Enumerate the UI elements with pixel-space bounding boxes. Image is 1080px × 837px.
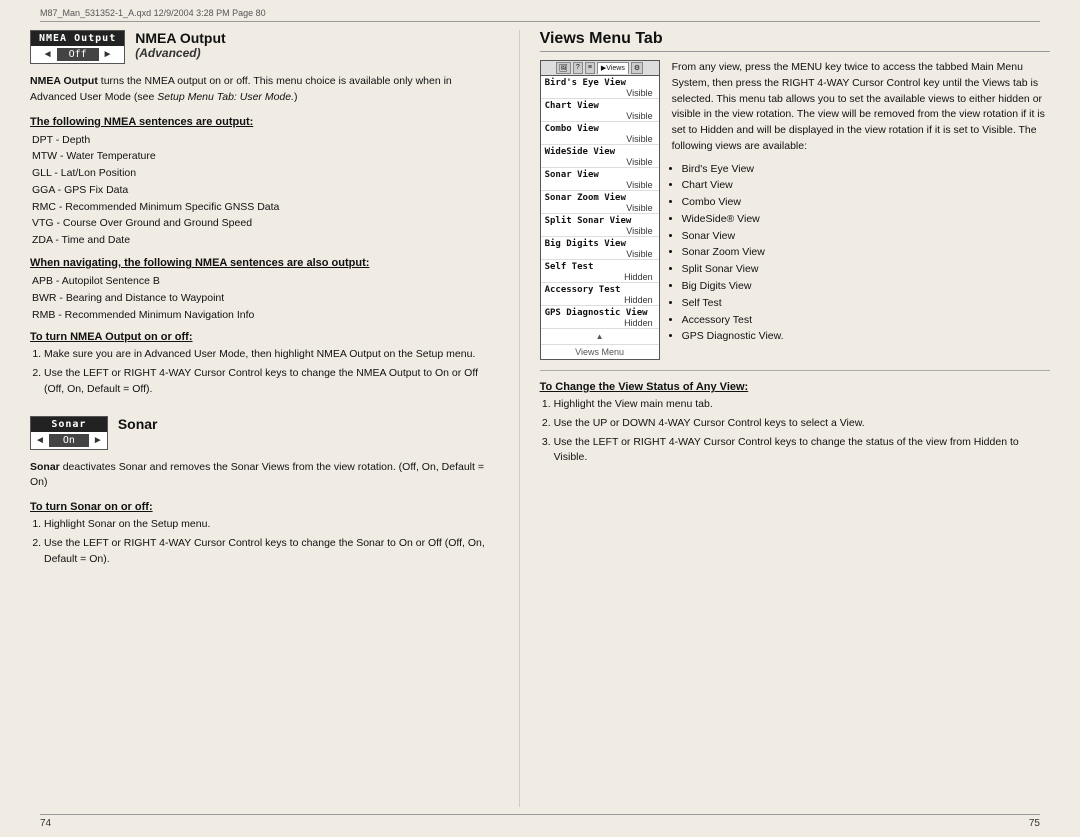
menu-item-split-sonar: Split Sonar View Visible <box>541 214 659 237</box>
sentence-rmc: RMC - Recommended Minimum Specific GNSS … <box>30 199 499 216</box>
page-header: M87_Man_531352-1_A.qxd 12/9/2004 3:28 PM… <box>40 8 1040 22</box>
menu-item-sonar: Sonar View Visible <box>541 168 659 191</box>
sonar-desc-bold: Sonar <box>30 461 60 473</box>
nmea-arrow-right[interactable]: ► <box>103 49 113 60</box>
nmea-arrow-left[interactable]: ◄ <box>43 49 53 60</box>
sentence-vtg: VTG - Course Over Ground and Ground Spee… <box>30 215 499 232</box>
tab-icon-views[interactable]: ▶Views <box>597 62 629 74</box>
view-sonar-zoom: Sonar Zoom View <box>682 244 1050 261</box>
views-menu-scroll: ▲ <box>541 329 659 344</box>
nmea-desc-bold: NMEA Output <box>30 75 98 87</box>
change-steps: Highlight the View main menu tab. Use th… <box>540 397 1050 466</box>
view-accessory: Accessory Test <box>682 312 1050 329</box>
nmea-box-title: NMEA Output <box>31 31 124 46</box>
view-sonar: Sonar View <box>682 228 1050 245</box>
nmea-steps: Make sure you are in Advanced User Mode,… <box>30 347 499 397</box>
sonar-description: Sonar deactivates Sonar and removes the … <box>30 460 499 492</box>
right-page-number: 75 <box>1029 818 1040 829</box>
nmea-subtitle: (Advanced) <box>135 46 200 60</box>
sonar-turn-heading: To turn Sonar on or off: <box>30 501 499 513</box>
nav-bwr: BWR - Bearing and Distance to Waypoint <box>30 290 499 307</box>
tab-icon-3[interactable]: ≡ <box>585 62 595 74</box>
nmea-description: NMEA Output turns the NMEA output on or … <box>30 74 499 106</box>
menu-item-birds-eye: Bird's Eye View Visible <box>541 76 659 99</box>
tab-icon-gear[interactable]: ⚙ <box>631 62 643 74</box>
change-step-3: Use the LEFT or RIGHT 4-WAY Cursor Contr… <box>554 435 1050 467</box>
change-step-2: Use the UP or DOWN 4-WAY Cursor Control … <box>554 416 1050 432</box>
available-views-list: Bird's Eye View Chart View Combo View Wi… <box>672 161 1050 346</box>
nmea-current-value: Off <box>57 48 99 61</box>
nmea-title-block: NMEA Output (Advanced) <box>135 30 225 60</box>
views-title: Views Menu Tab <box>540 30 1050 52</box>
views-menu-panel: 🖼 ? ≡ ▶Views ⚙ Bird's Eye View Visible C… <box>540 60 660 360</box>
views-divider <box>540 370 1050 371</box>
menu-item-chart: Chart View Visible <box>541 99 659 122</box>
views-section: 🖼 ? ≡ ▶Views ⚙ Bird's Eye View Visible C… <box>540 60 1050 360</box>
views-description: From any view, press the MENU key twice … <box>672 60 1050 155</box>
navigating-list: APB - Autopilot Sentence B BWR - Bearing… <box>30 273 499 323</box>
tab-icon-2[interactable]: ? <box>573 62 583 74</box>
change-step-1: Highlight the View main menu tab. <box>554 397 1050 413</box>
nmea-step-1: Make sure you are in Advanced User Mode,… <box>44 347 499 363</box>
sonar-steps: Highlight Sonar on the Setup menu. Use t… <box>30 517 499 567</box>
sentence-dpt: DPT - Depth <box>30 132 499 149</box>
menu-item-big-digits: Big Digits View Visible <box>541 237 659 260</box>
sonar-arrow-left[interactable]: ◄ <box>35 435 45 446</box>
view-gps-diag: GPS Diagnostic View. <box>682 328 1050 345</box>
sonar-desc-text: deactivates Sonar and removes the Sonar … <box>30 461 484 489</box>
sonar-current-value: On <box>49 434 89 447</box>
nmea-turn-heading: To turn NMEA Output on or off: <box>30 331 499 343</box>
view-chart: Chart View <box>682 177 1050 194</box>
views-menu-label: Views Menu <box>541 344 659 359</box>
left-page-number: 74 <box>40 818 51 829</box>
sentence-mtw: MTW - Water Temperature <box>30 148 499 165</box>
nmea-main-title: NMEA Output <box>135 30 225 46</box>
page-footer: 74 75 <box>40 814 1040 829</box>
menu-item-combo: Combo View Visible <box>541 122 659 145</box>
tab-icon-1[interactable]: 🖼 <box>556 62 571 74</box>
nmea-box-value-row: ◄ Off ► <box>31 46 124 63</box>
view-split-sonar: Split Sonar View <box>682 261 1050 278</box>
sonar-arrow-right[interactable]: ► <box>93 435 103 446</box>
views-content: From any view, press the MENU key twice … <box>672 60 1050 360</box>
menu-item-accessory: Accessory Test Hidden <box>541 283 659 306</box>
sonar-step-1: Highlight Sonar on the Setup menu. <box>44 517 499 533</box>
view-wideside: WideSide® View <box>682 211 1050 228</box>
menu-item-sonar-zoom: Sonar Zoom View Visible <box>541 191 659 214</box>
sonar-section: Sonar ◄ On ► Sonar Sonar deactivates Son… <box>30 416 499 568</box>
nav-apb: APB - Autopilot Sentence B <box>30 273 499 290</box>
right-column: Views Menu Tab 🖼 ? ≡ ▶Views ⚙ Bird's Eye… <box>520 30 1050 807</box>
menu-item-gps-diag: GPS Diagnostic View Hidden <box>541 306 659 329</box>
navigating-heading: When navigating, the following NMEA sent… <box>30 257 499 269</box>
nmea-step-2: Use the LEFT or RIGHT 4-WAY Cursor Contr… <box>44 366 499 398</box>
menu-item-self-test: Self Test Hidden <box>541 260 659 283</box>
left-column: NMEA Output ◄ Off ► NMEA Output (Advance… <box>30 30 520 807</box>
sentences-heading: The following NMEA sentences are output: <box>30 116 499 128</box>
views-menu-tabs: 🖼 ? ≡ ▶Views ⚙ <box>541 61 659 76</box>
change-status-heading: To Change the View Status of Any View: <box>540 381 1050 393</box>
sonar-main-title: Sonar <box>118 416 158 432</box>
view-self-test: Self Test <box>682 295 1050 312</box>
sentences-list: DPT - Depth MTW - Water Temperature GLL … <box>30 132 499 250</box>
nav-rmb: RMB - Recommended Minimum Navigation Inf… <box>30 307 499 324</box>
sentence-gga: GGA - GPS Fix Data <box>30 182 499 199</box>
sonar-step-2: Use the LEFT or RIGHT 4-WAY Cursor Contr… <box>44 536 499 568</box>
sentence-gll: GLL - Lat/Lon Position <box>30 165 499 182</box>
sentence-zda: ZDA - Time and Date <box>30 232 499 249</box>
nmea-menu-box: NMEA Output ◄ Off ► <box>30 30 125 64</box>
menu-item-wideside: WideSide View Visible <box>541 145 659 168</box>
view-big-digits: Big Digits View <box>682 278 1050 295</box>
scroll-up-icon[interactable]: ▲ <box>596 332 604 341</box>
sonar-menu-box: Sonar ◄ On ► <box>30 416 108 450</box>
view-combo: Combo View <box>682 194 1050 211</box>
sonar-title-block: Sonar <box>118 416 158 432</box>
sonar-box-title: Sonar <box>31 417 107 432</box>
header-text: M87_Man_531352-1_A.qxd 12/9/2004 3:28 PM… <box>40 8 266 18</box>
view-birds-eye: Bird's Eye View <box>682 161 1050 178</box>
sonar-box-value-row: ◄ On ► <box>31 432 107 449</box>
